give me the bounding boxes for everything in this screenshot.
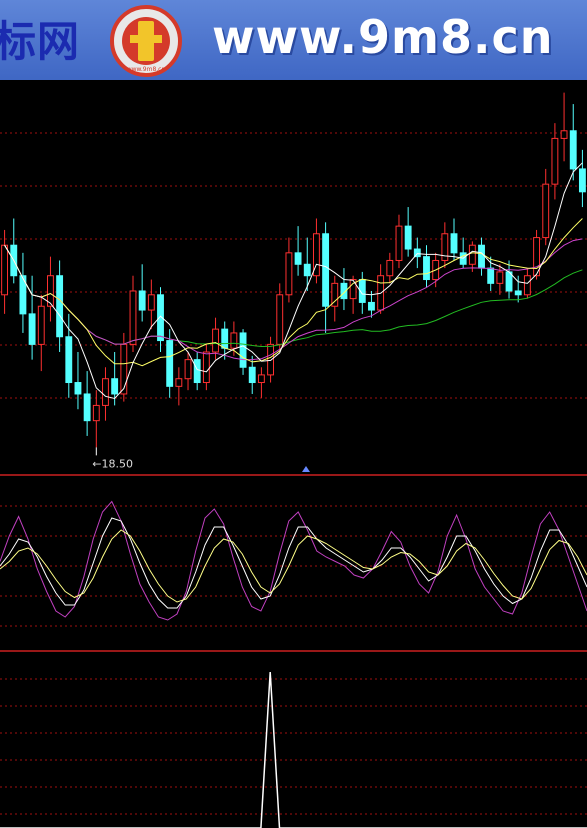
oscillator-series-0 [0, 500, 587, 621]
signal-series [0, 671, 587, 828]
candle-body [478, 244, 485, 269]
candle-body [175, 378, 183, 387]
candle-body [368, 301, 375, 311]
watermark-banner: 标网 www.9m8.cn www.9m8.cn [0, 0, 587, 80]
candle-body [193, 359, 201, 384]
chart-window: 标网 www.9m8.cn www.9m8.cn ←18.50 [0, 0, 587, 828]
candle-body [551, 137, 559, 185]
site-name-cn: 标网 [0, 17, 81, 66]
svg-text:www.9m8.cn: www.9m8.cn [127, 66, 166, 73]
candle-body [257, 374, 265, 384]
candle-body [303, 263, 311, 277]
candle-body [129, 290, 137, 345]
ma30-line [4, 238, 583, 361]
candle-body [230, 332, 238, 349]
candle-body [83, 393, 91, 422]
candle-body [1, 244, 9, 296]
candle-body [37, 305, 45, 345]
candle-body [65, 336, 73, 384]
candle-body [147, 294, 155, 311]
candle-body [74, 382, 82, 395]
candle-body [404, 225, 412, 250]
candle-body [294, 252, 302, 265]
candle-body [56, 275, 64, 338]
candle-body [423, 256, 430, 281]
candle-body [212, 328, 219, 353]
panel-resize-icon [302, 466, 310, 472]
candle-body [221, 328, 229, 349]
oscillator-series-1 [0, 517, 587, 609]
candle-body [386, 259, 394, 277]
candle-body [111, 378, 119, 395]
site-url: www.9m8.cn [212, 10, 554, 64]
candle-body [184, 359, 192, 380]
candle-body [276, 294, 284, 345]
candle-body [28, 313, 36, 345]
candle-body [395, 225, 403, 261]
site-logo-icon: www.9m8.cn [110, 5, 182, 77]
low-price-label: ←18.50 [92, 457, 133, 470]
candle-body [166, 340, 174, 387]
candle-body [487, 267, 495, 284]
candle-body [450, 233, 458, 254]
candle-body [468, 244, 476, 265]
candle-body [248, 366, 256, 384]
candle-body [120, 343, 128, 395]
candle-body [202, 351, 210, 384]
candle-body [322, 233, 330, 307]
oscillator-panel [0, 500, 587, 652]
candle-body [285, 252, 293, 296]
ma5-line [4, 162, 583, 400]
candle-body [92, 404, 100, 422]
candle-body [560, 130, 568, 139]
candle-body [267, 343, 275, 376]
candle-body [102, 378, 109, 406]
candle-body [523, 275, 531, 296]
candle-body [496, 271, 504, 284]
signal-panel [0, 671, 587, 828]
price-panel: ←18.50 [0, 92, 587, 476]
candle-body [542, 183, 550, 239]
candle-body [578, 168, 586, 193]
candle-body [514, 290, 522, 296]
candle-body [138, 290, 146, 311]
candle-body [239, 332, 247, 368]
candle-body [569, 130, 577, 170]
